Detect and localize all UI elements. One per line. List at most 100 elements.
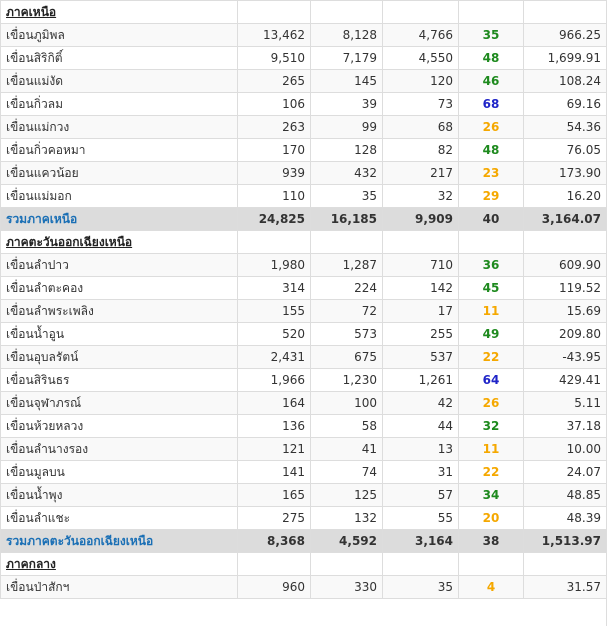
empty-cell [310, 0, 383, 24]
usable-volume-value: 13 [382, 437, 459, 461]
dam-name: เขื่อนแม่งัด [0, 69, 238, 93]
region-name: ภาคตะวันออกเฉียงเหนือ [0, 230, 238, 254]
capacity-value: 960 [237, 575, 311, 599]
empty-cell [523, 552, 606, 576]
dam-row: เขื่อนอุบลรัตน์ 2,431 675 537 22 -43.95 [0, 345, 606, 369]
dam-row: เขื่อนน้ำพุง 165 125 57 34 48.85 [0, 483, 606, 507]
dam-name: เขื่อนลำแชะ [0, 506, 238, 530]
empty-cell [382, 0, 459, 24]
current-volume-value: 330 [310, 575, 383, 599]
dam-name: เขื่อนลำตะคอง [0, 276, 238, 300]
current-volume-value: 128 [310, 138, 383, 162]
inflow-value: 15.69 [523, 299, 606, 323]
dam-name: เขื่อนลำปาว [0, 253, 238, 277]
empty-cell [458, 552, 524, 576]
current-volume-value: 39 [310, 92, 383, 116]
dam-row: เขื่อนลำปาว 1,980 1,287 710 36 609.90 [0, 253, 606, 277]
empty-cell [382, 552, 459, 576]
percent-value: 45 [458, 276, 524, 300]
current-volume-value: 125 [310, 483, 383, 507]
usable-volume-value: 55 [382, 506, 459, 530]
current-volume-value: 16,185 [310, 207, 383, 231]
percent-value: 32 [458, 414, 524, 438]
inflow-value: 119.52 [523, 276, 606, 300]
empty-cell [458, 230, 524, 254]
capacity-value: 13,462 [237, 23, 311, 47]
dam-row: เขื่อนลำตะคอง 314 224 142 45 119.52 [0, 276, 606, 300]
region-total-row: รวมภาคตะวันออกเฉียงเหนือ 8,368 4,592 3,164 3… [0, 529, 606, 553]
usable-volume-value: 142 [382, 276, 459, 300]
capacity-value: 9,510 [237, 46, 311, 70]
current-volume-value: 72 [310, 299, 383, 323]
inflow-value: 16.20 [523, 184, 606, 208]
inflow-value: 173.90 [523, 161, 606, 185]
inflow-value: 3,164.07 [523, 207, 606, 231]
inflow-value: 429.41 [523, 368, 606, 392]
dam-name: เขื่อนกิ่วลม [0, 92, 238, 116]
dam-row: เขื่อนกิ่วลม 106 39 73 68 69.16 [0, 92, 606, 116]
current-volume-value: 58 [310, 414, 383, 438]
usable-volume-value: 17 [382, 299, 459, 323]
usable-volume-value: 68 [382, 115, 459, 139]
percent-value: 36 [458, 253, 524, 277]
current-volume-value: 1,287 [310, 253, 383, 277]
dam-row: เขื่อนแม่มอก 110 35 32 29 16.20 [0, 184, 606, 208]
percent-value: 26 [458, 391, 524, 415]
percent-value: 26 [458, 115, 524, 139]
capacity-value: 136 [237, 414, 311, 438]
capacity-value: 263 [237, 115, 311, 139]
usable-volume-value: 710 [382, 253, 459, 277]
dam-row: เขื่อนสิริกิติ์ 9,510 7,179 4,550 48 1,699.91 [0, 46, 606, 70]
region-name: ภาคเหนือ [0, 0, 238, 24]
region-header-row: ภาคเหนือ [0, 0, 606, 24]
dam-name: เขื่อนน้ำอูน [0, 322, 238, 346]
current-volume-value: 74 [310, 460, 383, 484]
usable-volume-value: 42 [382, 391, 459, 415]
dam-row: เขื่อนลำพระเพลิง 155 72 17 11 15.69 [0, 299, 606, 323]
dam-name: เขื่อนอุบลรัตน์ [0, 345, 238, 369]
usable-volume-value: 537 [382, 345, 459, 369]
percent-value: 20 [458, 506, 524, 530]
capacity-value: 155 [237, 299, 311, 323]
current-volume-value: 4,592 [310, 529, 383, 553]
empty-cell [523, 230, 606, 254]
dam-name: เขื่อนแม่มอก [0, 184, 238, 208]
dam-row: เขื่อนสิรินธร 1,966 1,230 1,261 64 429.41 [0, 368, 606, 392]
reservoir-table-body: ภาคเหนือ เขื่อนภูมิพล 13,462 8,128 4,766 35 96… [0, 0, 606, 599]
current-volume-value: 432 [310, 161, 383, 185]
dam-name: เขื่อนมูลบน [0, 460, 238, 484]
percent-value: 4 [458, 575, 524, 599]
current-volume-value: 1,230 [310, 368, 383, 392]
capacity-value: 8,368 [237, 529, 311, 553]
capacity-value: 164 [237, 391, 311, 415]
capacity-value: 520 [237, 322, 311, 346]
percent-value: 11 [458, 437, 524, 461]
inflow-value: 37.18 [523, 414, 606, 438]
current-volume-value: 8,128 [310, 23, 383, 47]
current-volume-value: 675 [310, 345, 383, 369]
current-volume-value: 35 [310, 184, 383, 208]
inflow-value: 31.57 [523, 575, 606, 599]
reservoir-table-container: ภาคเหนือ เขื่อนภูมิพล 13,462 8,128 4,766 35 96… [0, 0, 607, 626]
capacity-value: 314 [237, 276, 311, 300]
empty-cell [310, 552, 383, 576]
usable-volume-value: 32 [382, 184, 459, 208]
usable-volume-value: 35 [382, 575, 459, 599]
percent-value: 38 [458, 529, 524, 553]
usable-volume-value: 120 [382, 69, 459, 93]
percent-value: 46 [458, 69, 524, 93]
dam-row: เขื่อนแม่กวง 263 99 68 26 54.36 [0, 115, 606, 139]
dam-row: เขื่อนลำแชะ 275 132 55 20 48.39 [0, 506, 606, 530]
capacity-value: 939 [237, 161, 311, 185]
percent-value: 29 [458, 184, 524, 208]
current-volume-value: 224 [310, 276, 383, 300]
usable-volume-value: 73 [382, 92, 459, 116]
region-header-row: ภาคกลาง [0, 552, 606, 576]
usable-volume-value: 217 [382, 161, 459, 185]
capacity-value: 2,431 [237, 345, 311, 369]
usable-volume-value: 4,550 [382, 46, 459, 70]
usable-volume-value: 57 [382, 483, 459, 507]
inflow-value: 48.85 [523, 483, 606, 507]
current-volume-value: 100 [310, 391, 383, 415]
percent-value: 22 [458, 460, 524, 484]
